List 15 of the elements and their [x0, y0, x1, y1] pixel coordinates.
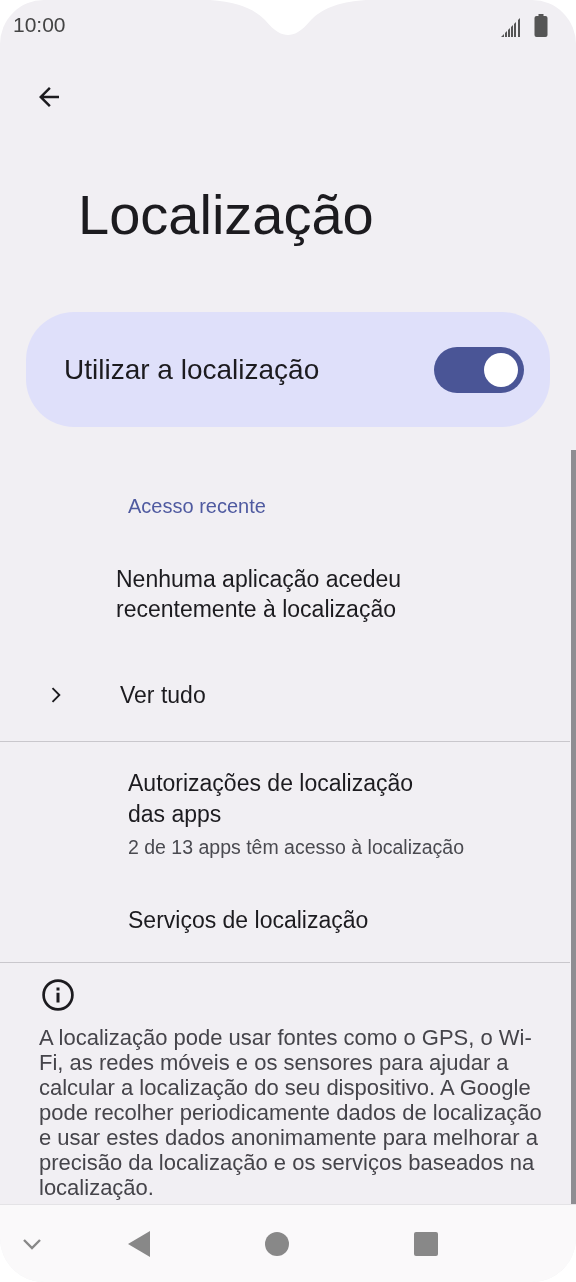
toggle-switch[interactable] — [434, 346, 524, 393]
page-title: Localização — [78, 182, 375, 248]
battery-icon — [534, 14, 548, 38]
status-time: 10:00 — [13, 13, 66, 37]
settings-item[interactable]: Autorizações de localização das apps 2 de 13 apps têm acesso à localização — [0, 742, 568, 878]
switch-label: Utilizar a localização — [64, 353, 320, 386]
recents-square-icon — [414, 1231, 438, 1256]
section-header: Acesso recente — [127, 495, 267, 519]
info-paragraph: A localização pode usar fontes como o GPS, o Wi-Fi, as redes móveis e os sensores para ajudar a calcular a localização do seu dispositivo. A Google pode recolher periodicamente dados de localização e usar estes dados anonimamente para melhorar a precisão da localização e os serviços baseados na localização. — [39, 1025, 543, 1201]
home-circle-icon — [264, 1230, 290, 1257]
back-triangle-icon — [126, 1228, 152, 1259]
settings-item[interactable]: Serviços de localização — [0, 877, 568, 963]
see-all-row[interactable]: Ver tudo — [0, 649, 568, 742]
info-icon — [40, 977, 76, 1014]
empty-message: Nenhuma aplicação acedeu recentemente à localização — [115, 565, 403, 625]
